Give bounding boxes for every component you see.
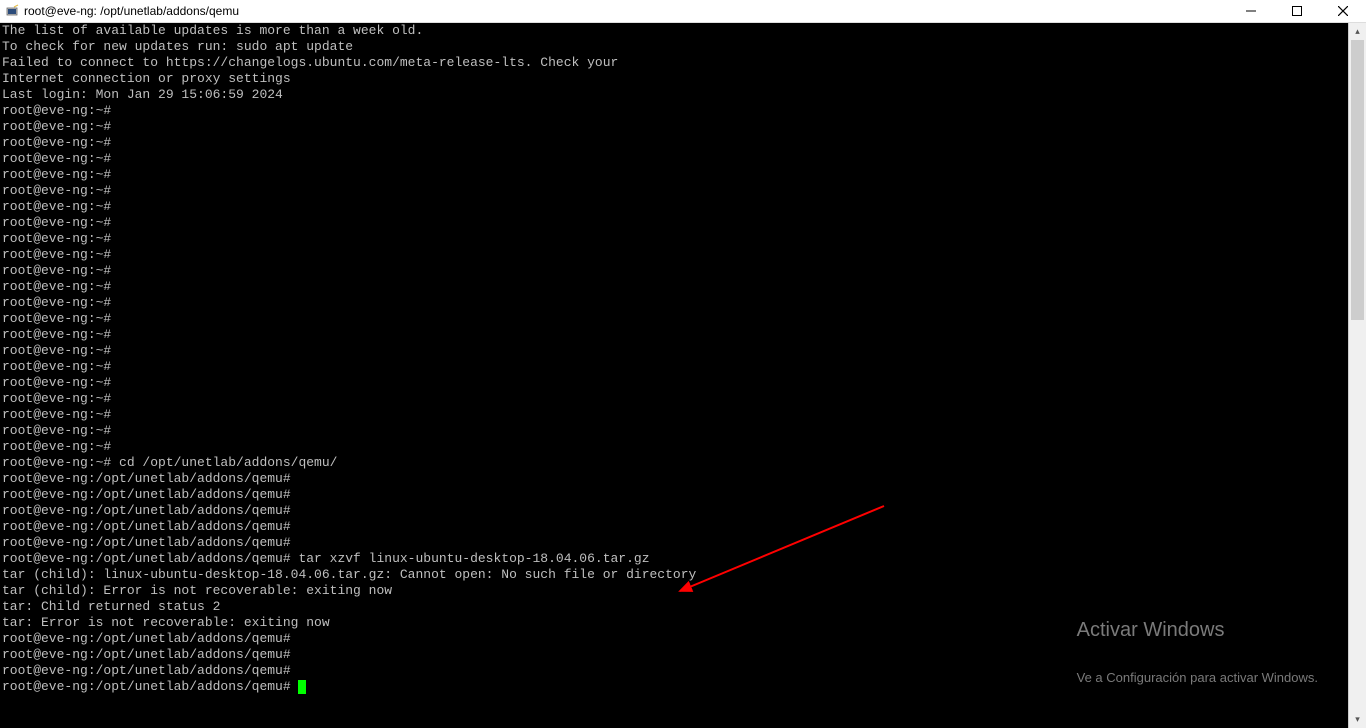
terminal-line: root@eve-ng:~# (2, 231, 1346, 247)
terminal-line: root@eve-ng:/opt/unetlab/addons/qemu# (2, 487, 1346, 503)
terminal-line: root@eve-ng:/opt/unetlab/addons/qemu# (2, 647, 1346, 663)
terminal-area: The list of available updates is more th… (0, 23, 1366, 728)
putty-icon (6, 4, 20, 18)
terminal-line: root@eve-ng:~# (2, 327, 1346, 343)
scrollbar-down-arrow[interactable]: ▾ (1349, 711, 1366, 728)
terminal-line: root@eve-ng:~# (2, 423, 1346, 439)
terminal-line: Last login: Mon Jan 29 15:06:59 2024 (2, 87, 1346, 103)
terminal-line: tar (child): linux-ubuntu-desktop-18.04.… (2, 567, 1346, 583)
terminal-line: root@eve-ng:/opt/unetlab/addons/qemu# (2, 519, 1346, 535)
terminal-line: tar (child): Error is not recoverable: e… (2, 583, 1346, 599)
terminal-line: root@eve-ng:~# (2, 263, 1346, 279)
terminal-line: root@eve-ng:~# (2, 183, 1346, 199)
window-title: root@eve-ng: /opt/unetlab/addons/qemu (24, 4, 239, 18)
terminal-line: To check for new updates run: sudo apt u… (2, 39, 1346, 55)
terminal-line: Failed to connect to https://changelogs.… (2, 55, 1346, 71)
terminal-line: root@eve-ng:/opt/unetlab/addons/qemu# (2, 471, 1346, 487)
window-controls (1228, 0, 1366, 22)
terminal-line: root@eve-ng:~# (2, 119, 1346, 135)
titlebar[interactable]: root@eve-ng: /opt/unetlab/addons/qemu (0, 0, 1366, 23)
terminal-line: tar: Error is not recoverable: exiting n… (2, 615, 1346, 631)
terminal-line: root@eve-ng:~# (2, 375, 1346, 391)
vertical-scrollbar[interactable]: ▴ ▾ (1348, 23, 1366, 728)
terminal[interactable]: The list of available updates is more th… (0, 23, 1348, 728)
terminal-line: root@eve-ng:~# (2, 359, 1346, 375)
terminal-prompt-line: root@eve-ng:/opt/unetlab/addons/qemu# (2, 679, 1346, 695)
terminal-line: root@eve-ng:/opt/unetlab/addons/qemu# (2, 503, 1346, 519)
terminal-line: root@eve-ng:~# (2, 151, 1346, 167)
close-button[interactable] (1320, 0, 1366, 22)
terminal-line: root@eve-ng:~# (2, 199, 1346, 215)
terminal-line: root@eve-ng:~# (2, 103, 1346, 119)
terminal-line: root@eve-ng:~# (2, 247, 1346, 263)
terminal-line: root@eve-ng:/opt/unetlab/addons/qemu# (2, 631, 1346, 647)
terminal-line: root@eve-ng:~# (2, 167, 1346, 183)
terminal-line: root@eve-ng:~# (2, 135, 1346, 151)
putty-window: root@eve-ng: /opt/unetlab/addons/qemu Th… (0, 0, 1366, 728)
maximize-button[interactable] (1274, 0, 1320, 22)
terminal-line: root@eve-ng:/opt/unetlab/addons/qemu# ta… (2, 551, 1346, 567)
minimize-button[interactable] (1228, 0, 1274, 22)
terminal-line: root@eve-ng:~# (2, 311, 1346, 327)
terminal-line: root@eve-ng:/opt/unetlab/addons/qemu# (2, 663, 1346, 679)
terminal-line: root@eve-ng:~# (2, 407, 1346, 423)
terminal-output: The list of available updates is more th… (2, 23, 1346, 695)
terminal-cursor (298, 680, 306, 694)
terminal-line: root@eve-ng:~# cd /opt/unetlab/addons/qe… (2, 455, 1346, 471)
terminal-prompt: root@eve-ng:/opt/unetlab/addons/qemu# (2, 679, 298, 694)
terminal-line: root@eve-ng:~# (2, 391, 1346, 407)
terminal-line: root@eve-ng:~# (2, 215, 1346, 231)
terminal-line: root@eve-ng:/opt/unetlab/addons/qemu# (2, 535, 1346, 551)
terminal-line: root@eve-ng:~# (2, 295, 1346, 311)
terminal-line: root@eve-ng:~# (2, 279, 1346, 295)
terminal-line: root@eve-ng:~# (2, 343, 1346, 359)
terminal-line: The list of available updates is more th… (2, 23, 1346, 39)
scrollbar-up-arrow[interactable]: ▴ (1349, 23, 1366, 40)
terminal-line: tar: Child returned status 2 (2, 599, 1346, 615)
terminal-line: Internet connection or proxy settings (2, 71, 1346, 87)
terminal-line: root@eve-ng:~# (2, 439, 1346, 455)
scrollbar-thumb[interactable] (1351, 40, 1364, 320)
